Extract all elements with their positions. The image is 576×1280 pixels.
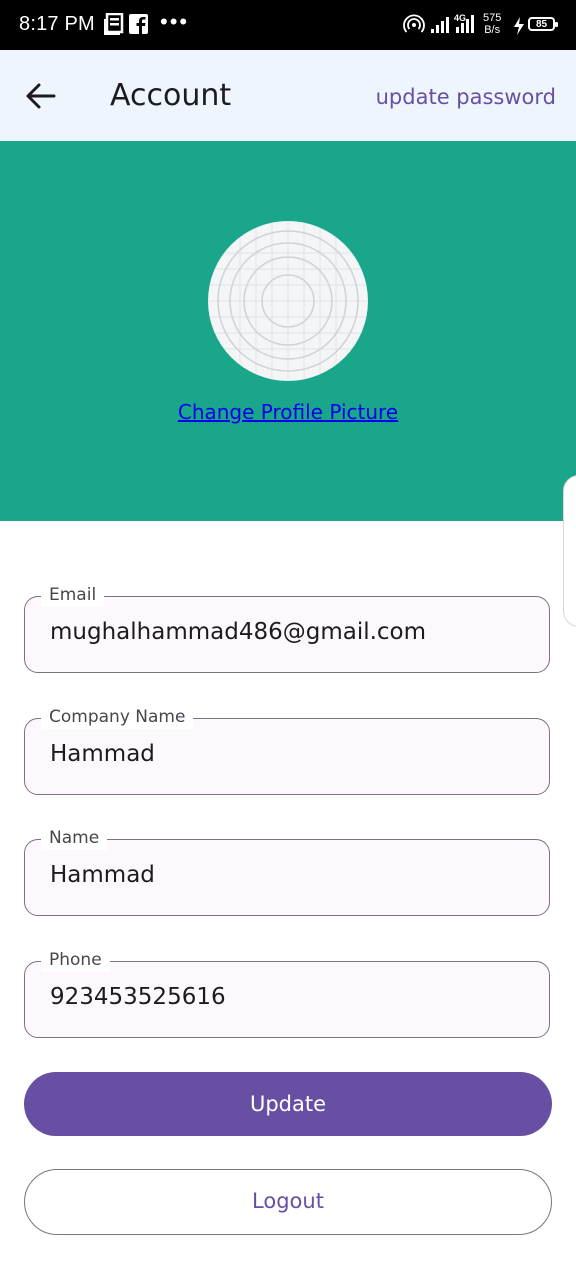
battery-icon: 85 <box>528 17 558 31</box>
update-button[interactable]: Update <box>24 1072 552 1136</box>
name-value[interactable]: Hammad <box>50 862 155 888</box>
email-label: Email <box>41 583 105 607</box>
hotspot-icon <box>403 14 425 33</box>
logout-button[interactable]: Logout <box>24 1169 552 1235</box>
phone-field[interactable]: Phone 923453525616 <box>24 948 550 1038</box>
more-notifications-indicator: ••• <box>160 9 190 34</box>
company-name-field[interactable]: Company Name Hammad <box>24 705 550 795</box>
profile-header: Change Profile Picture <box>0 141 576 521</box>
change-profile-picture-link[interactable]: Change Profile Picture <box>0 400 576 424</box>
network-speed-unit: B/s <box>484 24 501 36</box>
name-label: Name <box>41 826 108 850</box>
network-speed: 575 B/s <box>483 12 501 36</box>
charging-icon <box>514 17 524 35</box>
avatar[interactable] <box>208 221 368 381</box>
company-name-label: Company Name <box>41 705 194 729</box>
phone-value[interactable]: 923453525616 <box>50 984 226 1010</box>
email-value[interactable]: mughalhammad486@gmail.com <box>50 619 426 645</box>
app-bar: Account update password <box>0 50 576 141</box>
page-title: Account <box>110 78 232 113</box>
email-field[interactable]: Email mughalhammad486@gmail.com <box>24 583 550 673</box>
facebook-icon <box>129 14 148 34</box>
status-time: 8:17 PM <box>19 13 95 35</box>
battery-level: 85 <box>535 19 548 30</box>
name-field[interactable]: Name Hammad <box>24 826 550 916</box>
edge-panel-handle[interactable] <box>563 475 576 627</box>
arrow-left-icon[interactable] <box>24 79 58 113</box>
status-bar: 8:17 PM ••• 4G 575 B/s 85 <box>0 0 576 50</box>
placeholder-avatar-icon <box>208 221 368 381</box>
signal-icon <box>431 17 449 33</box>
network-speed-value: 575 <box>483 12 502 24</box>
svg-text:4G: 4G <box>454 13 466 23</box>
news-icon <box>104 13 124 35</box>
company-name-value[interactable]: Hammad <box>50 741 155 767</box>
phone-label: Phone <box>41 948 110 972</box>
4g-signal-icon: 4G <box>454 13 474 33</box>
update-password-button[interactable]: update password <box>376 85 556 109</box>
